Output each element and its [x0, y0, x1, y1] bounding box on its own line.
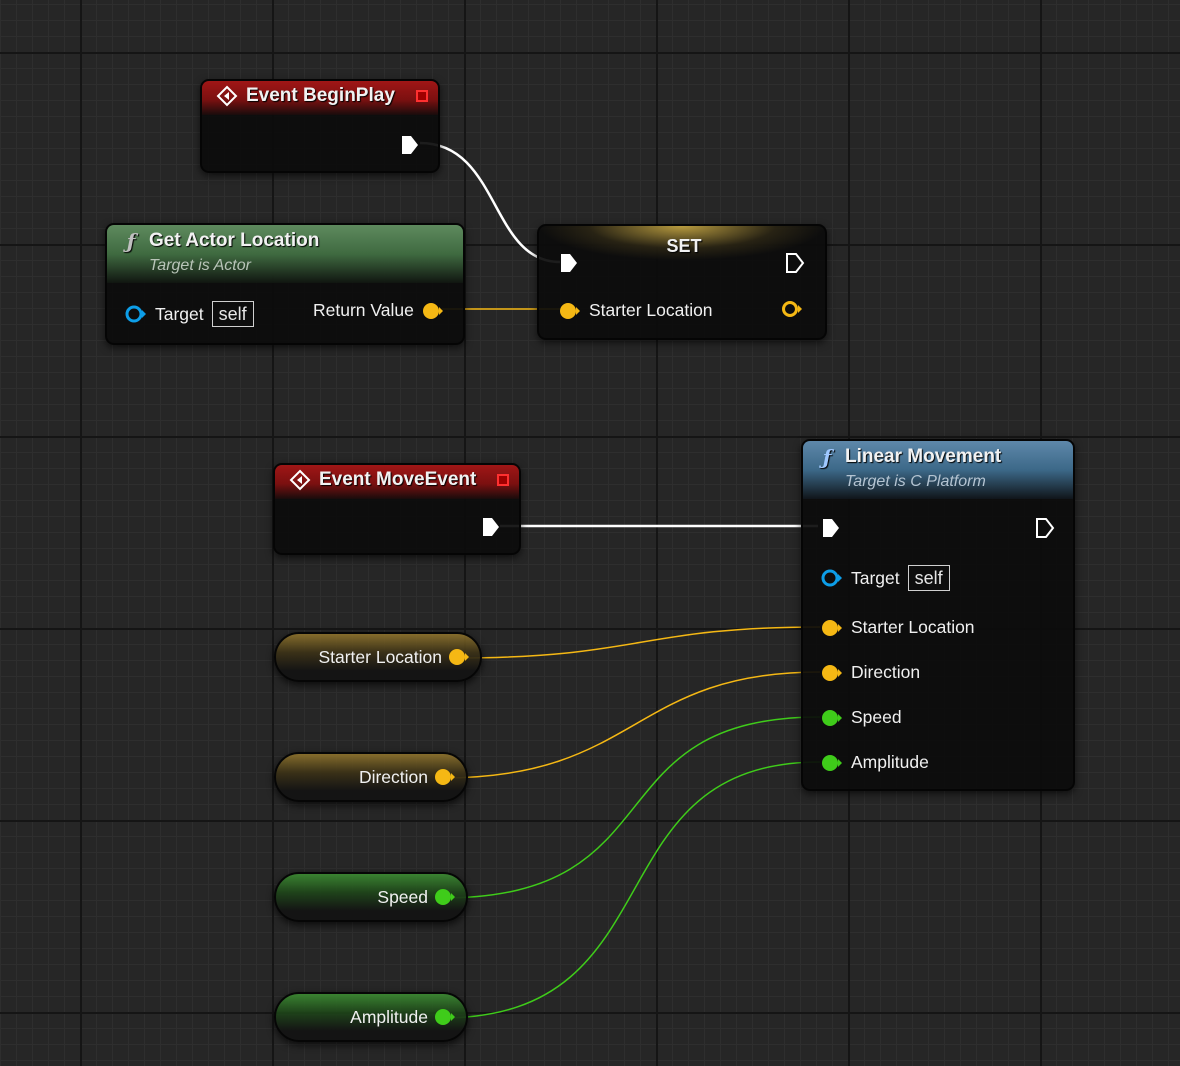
- delegate-stop-icon: [416, 90, 428, 102]
- exec-out-pin[interactable]: [400, 134, 420, 156]
- target-input-pin[interactable]: Target self: [821, 565, 950, 591]
- node-header: SET: [539, 226, 825, 264]
- node-subtitle: Target is Actor: [149, 257, 251, 274]
- exec-out-pin[interactable]: [1035, 517, 1055, 539]
- exec-pin-icon: [561, 254, 577, 272]
- node-title: Event MoveEvent: [319, 469, 477, 490]
- node-header: Event MoveEvent: [275, 465, 519, 499]
- speed-input-pin[interactable]: Speed: [821, 707, 902, 728]
- vector-pin-icon: [560, 302, 580, 319]
- event-moveevent-node[interactable]: Event MoveEvent: [273, 463, 521, 555]
- pin-label: Speed: [851, 707, 902, 727]
- exec-pin-outline-icon: [786, 253, 805, 273]
- object-pin-icon: [125, 305, 146, 323]
- starter-location-output-pin[interactable]: [781, 300, 803, 318]
- exec-pin-outline-icon: [1036, 518, 1055, 538]
- get-actor-location-node[interactable]: ƒ Get Actor Location Target is Actor Tar…: [105, 223, 465, 345]
- event-diamond-icon: [289, 469, 311, 491]
- vector-wire-direction[interactable]: [441, 671, 821, 779]
- var-label: Direction: [358, 766, 428, 787]
- exec-pin-icon: [402, 136, 418, 154]
- exec-in-pin[interactable]: [821, 517, 841, 539]
- var-direction-node[interactable]: Direction: [274, 752, 468, 802]
- node-header: ƒ Linear Movement Target is C Platform: [803, 441, 1073, 499]
- exec-out-pin[interactable]: [785, 252, 805, 274]
- float-wire-speed[interactable]: [441, 716, 821, 899]
- float-wire-amplitude[interactable]: [441, 761, 821, 1019]
- set-variable-node[interactable]: SET Starter Location: [537, 224, 827, 340]
- node-header: ƒ Get Actor Location Target is Actor: [107, 225, 463, 283]
- function-icon: ƒ: [126, 229, 136, 253]
- pin-label: Return Value: [313, 300, 414, 320]
- exec-out-pin[interactable]: [481, 516, 501, 538]
- pin-label: Target: [155, 303, 204, 324]
- float-pin-icon[interactable]: [434, 1008, 456, 1026]
- node-header: Event BeginPlay: [202, 81, 438, 115]
- return-value-pin[interactable]: Return Value: [313, 300, 444, 321]
- node-title: Get Actor Location: [149, 230, 320, 251]
- vector-pin-icon: [422, 302, 443, 319]
- vector-pin-icon[interactable]: [448, 648, 470, 666]
- direction-input-pin[interactable]: Direction: [821, 662, 920, 683]
- pin-label: Starter Location: [589, 300, 713, 320]
- vector-wire-starter-location[interactable]: [455, 626, 821, 659]
- node-title: Event BeginPlay: [246, 85, 395, 106]
- var-label: Speed: [377, 886, 428, 907]
- var-label: Starter Location: [318, 646, 442, 667]
- event-beginplay-node[interactable]: Event BeginPlay: [200, 79, 440, 173]
- node-subtitle: Target is C Platform: [845, 473, 986, 490]
- vector-pin-outline-icon: [782, 301, 802, 317]
- vector-pin-icon: [822, 664, 842, 681]
- vector-pin-icon[interactable]: [434, 768, 456, 786]
- linear-movement-node[interactable]: ƒ Linear Movement Target is C Platform T…: [801, 439, 1075, 791]
- pin-label: Starter Location: [851, 617, 975, 637]
- var-amplitude-node[interactable]: Amplitude: [274, 992, 468, 1042]
- exec-in-pin[interactable]: [559, 252, 579, 274]
- node-title: Linear Movement: [845, 446, 1002, 467]
- node-title: SET: [666, 236, 702, 256]
- exec-pin-icon: [823, 519, 839, 537]
- pin-label: Direction: [851, 662, 921, 682]
- amplitude-input-pin[interactable]: Amplitude: [821, 752, 929, 773]
- event-diamond-icon: [216, 85, 238, 107]
- starter-location-input-pin[interactable]: Starter Location: [559, 300, 713, 321]
- float-pin-icon[interactable]: [434, 888, 456, 906]
- var-label: Amplitude: [350, 1006, 428, 1027]
- target-default-field[interactable]: self: [907, 565, 950, 591]
- float-pin-icon: [822, 709, 842, 726]
- function-icon: ƒ: [822, 445, 832, 469]
- var-starter-location-node[interactable]: Starter Location: [274, 632, 482, 682]
- delegate-stop-icon: [497, 474, 509, 486]
- vector-pin-icon: [822, 619, 842, 636]
- object-pin-icon: [821, 569, 842, 587]
- float-pin-icon: [822, 754, 842, 771]
- var-speed-node[interactable]: Speed: [274, 872, 468, 922]
- exec-pin-icon: [483, 518, 499, 536]
- pin-label: Amplitude: [851, 752, 929, 772]
- pin-label: Target: [851, 567, 900, 588]
- starter-location-input-pin[interactable]: Starter Location: [821, 617, 975, 638]
- target-input-pin[interactable]: Target self: [125, 301, 254, 327]
- target-default-field[interactable]: self: [211, 301, 254, 327]
